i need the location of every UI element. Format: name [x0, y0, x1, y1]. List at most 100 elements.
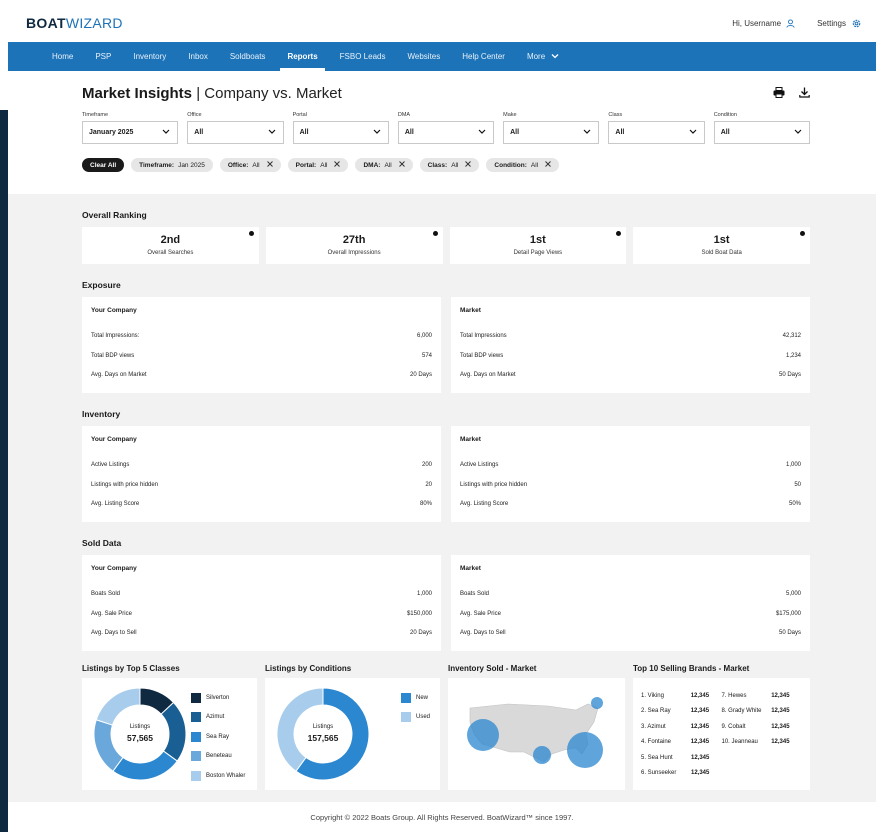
nav-item-help-center[interactable]: Help Center — [451, 42, 516, 71]
nav-item-soldboats[interactable]: Soldboats — [219, 42, 277, 71]
close-icon[interactable] — [264, 161, 273, 169]
brand-row: 5. Sea Hunt 12,345 — [641, 750, 802, 766]
chip-class[interactable]: Class: All — [419, 158, 480, 172]
page-title: Market Insights | Company vs. Market — [82, 85, 342, 102]
select-timeframe[interactable]: January 2025 — [82, 121, 179, 144]
stat-value: 6,000 — [416, 333, 432, 339]
chip-timeframe[interactable]: Timeframe: Jan 2025 — [131, 158, 213, 172]
brand-name: 2. Sea Ray — [641, 708, 671, 715]
chip-portal[interactable]: Portal: All — [287, 158, 349, 172]
chip-office[interactable]: Office: All — [219, 158, 281, 172]
stat-row: Avg. Listing Score 80% — [91, 501, 432, 521]
nav-item-inbox[interactable]: Inbox — [177, 42, 219, 71]
legend-item-boston-whaler[interactable]: Boston Whaler — [191, 766, 245, 786]
close-icon[interactable] — [462, 161, 472, 169]
panel-title: Your Company — [91, 565, 137, 572]
filter-condition: Condition All — [713, 112, 810, 144]
legend-item-beneteau[interactable]: Beneteau — [191, 747, 245, 767]
filter-class: Class All — [608, 112, 705, 144]
sold-company-panel: Your Company Boats Sold 1,000 Avg. Sale Pri… — [82, 555, 441, 651]
legend-item-new[interactable]: New — [401, 688, 430, 708]
inventory-panels: Your Company Active Listings 200 Listings w… — [82, 426, 810, 522]
close-icon[interactable] — [396, 161, 405, 169]
print-icon[interactable] — [773, 87, 785, 98]
legend-conditions: New Used — [401, 688, 430, 727]
select-value: All — [510, 129, 520, 136]
legend-item-sea-ray[interactable]: Sea Ray — [191, 727, 245, 747]
chip-condition[interactable]: Condition: All — [486, 158, 560, 172]
rank-value: 1st — [713, 234, 730, 246]
stat-value: 42,312 — [782, 333, 801, 339]
select-condition[interactable]: All — [713, 121, 810, 144]
filter-label: DMA — [397, 112, 411, 118]
user-menu[interactable]: Hi, Username — [732, 19, 795, 28]
settings-link[interactable]: Settings — [817, 18, 862, 29]
panel-title: Market — [460, 565, 481, 572]
stat-label: Total BDP views — [91, 352, 135, 359]
charts-row: Listings by Top 5 Classes Listings 57,56… — [82, 664, 810, 790]
main-content: Overall Ranking 2nd Overall Searches 27th O… — [8, 210, 876, 790]
nav-item-inventory[interactable]: Inventory — [122, 42, 177, 71]
map-bubble-west[interactable] — [467, 719, 499, 751]
select-dma[interactable]: All — [397, 121, 495, 144]
donut-classes-center: Listings 57,565 — [115, 724, 165, 743]
select-class[interactable]: All — [608, 121, 705, 144]
main-nav: Home PSP Inventory Inbox Soldboats Reports FSB… — [8, 42, 876, 71]
stat-label: Active Listings — [91, 462, 130, 468]
filter-label: Portal — [292, 112, 307, 118]
stat-label: Avg. Days on Market — [460, 372, 516, 378]
nav-item-home[interactable]: Home — [41, 42, 84, 71]
rank-label: Sold Boat Data — [701, 250, 742, 256]
rank-card-overall-impressions: 27th Overall Impressions — [265, 227, 443, 264]
map-bubble-south[interactable] — [533, 746, 551, 764]
brand-value: 12,345 — [690, 708, 710, 715]
chart-conditions: Listings by Conditions Listings 157,565 … — [265, 664, 440, 790]
map-bubble-northeast[interactable] — [591, 697, 603, 709]
donut-slice-boston-whaler[interactable] — [95, 687, 141, 726]
legend-item-used[interactable]: Used — [401, 708, 430, 728]
filter-timeframe: Timeframe January 2025 — [82, 112, 179, 144]
select-portal[interactable]: All — [292, 121, 389, 144]
clear-all-button[interactable]: Clear All — [82, 158, 125, 172]
nav-item-fsbo-leads[interactable]: FSBO Leads — [329, 42, 397, 71]
download-icon[interactable] — [799, 87, 810, 98]
map-bubble-southeast[interactable] — [567, 732, 603, 768]
panel-title: Market — [460, 307, 481, 314]
logo[interactable]: BOATWIZARD — [26, 15, 123, 31]
rank-label: Overall Searches — [147, 250, 194, 256]
exposure-market-panel: Market Total Impressions 42,312 Total BDP v… — [451, 297, 810, 393]
brand-value: 12,345 — [690, 692, 710, 699]
donut-conditions-center-value: 157,565 — [307, 733, 339, 743]
select-value: All — [720, 129, 730, 136]
donut-slice-sea-ray[interactable] — [112, 750, 178, 781]
chevron-down-icon — [794, 129, 802, 136]
donut-conditions-center-label: Listings — [312, 724, 334, 730]
close-icon[interactable] — [542, 161, 552, 169]
chevron-down-icon — [478, 129, 486, 136]
brand-row: 6. Sunseeker 12,345 — [641, 766, 802, 782]
chip-dma[interactable]: DMA: All — [355, 158, 413, 172]
select-office[interactable]: All — [187, 121, 284, 144]
brand-value: 12,345 — [690, 739, 710, 746]
select-value: January 2025 — [89, 129, 134, 136]
info-icon[interactable] — [432, 231, 438, 236]
nav-item-reports[interactable]: Reports — [276, 42, 328, 71]
legend-label: Sea Ray — [206, 733, 230, 740]
legend-item-silverton[interactable]: Silverton — [191, 688, 245, 708]
chart-brands-title: Top 10 Selling Brands - Market — [633, 664, 750, 673]
nav-item-psp[interactable]: PSP — [84, 42, 122, 71]
stat-value: 574 — [421, 352, 432, 359]
info-icon[interactable] — [800, 231, 805, 236]
close-icon[interactable] — [331, 161, 341, 169]
chip-value: All — [451, 161, 459, 169]
legend-label: Silverton — [206, 694, 230, 701]
chip-value: All — [252, 161, 260, 169]
info-icon[interactable] — [248, 231, 254, 236]
legend-item-azimut[interactable]: Azimut — [191, 708, 245, 728]
nav-item-more[interactable]: More — [516, 42, 570, 71]
brand-value: 12,345 — [771, 708, 790, 715]
nav-item-websites[interactable]: Websites — [396, 42, 451, 71]
select-make[interactable]: All — [503, 121, 600, 144]
legend-label: Boston Whaler — [206, 772, 246, 779]
stat-value: 1,000 — [785, 462, 801, 468]
